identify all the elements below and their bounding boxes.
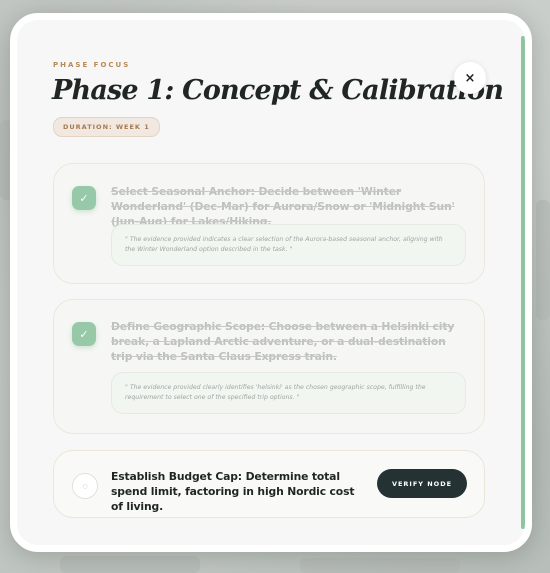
task-title: Define Geographic Scope: Choose between … [111,320,455,363]
task-evidence: " The evidence provided indicates a clea… [111,224,466,266]
phase-eyebrow: PHASE FOCUS [53,61,131,69]
task-card-geographic-scope: ✓ Define Geographic Scope: Choose betwee… [53,299,485,434]
task-title: Establish Budget Cap: Determine total sp… [111,470,355,513]
phase-modal: PHASE FOCUS Phase 1: Concept & Calibrati… [10,13,532,552]
page-title: Phase 1: Concept & Calibration [52,75,504,106]
task-checkbox[interactable]: ✓ [72,186,96,210]
check-icon: ✓ [79,327,89,341]
task-card-seasonal-anchor: ✓ Select Seasonal Anchor: Decide between… [53,163,485,284]
task-evidence: " The evidence provided clearly identifi… [111,372,466,414]
task-card-budget-cap: ○ Establish Budget Cap: Determine total … [53,450,485,518]
backdrop-shape [300,558,460,573]
backdrop-shape [536,200,550,320]
task-title: Select Seasonal Anchor: Decide between '… [111,185,455,228]
backdrop-shape [60,556,200,573]
task-checkbox[interactable]: ✓ [72,322,96,346]
check-icon: ✓ [79,191,89,205]
duration-badge: DURATION: WEEK 1 [53,117,160,137]
verify-node-button[interactable]: VERIFY NODE [377,469,467,498]
close-icon: × [464,70,476,86]
circle-icon: ○ [82,482,88,490]
close-button[interactable]: × [454,62,486,94]
task-checkbox[interactable]: ○ [72,473,98,499]
